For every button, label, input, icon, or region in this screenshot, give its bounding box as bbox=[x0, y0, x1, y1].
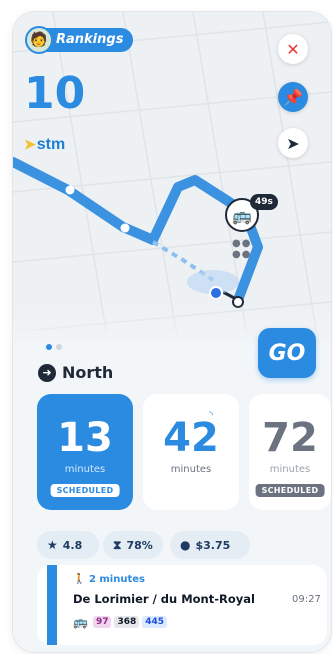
departure-value: 13 bbox=[57, 415, 113, 461]
departure-unit: minutes bbox=[170, 464, 212, 475]
go-button[interactable]: GO bbox=[258, 328, 316, 378]
vehicle-eta-badge: 49s bbox=[250, 194, 278, 210]
rating-chip[interactable]: ★ 4.8 bbox=[37, 531, 99, 559]
locate-button[interactable]: ➤ bbox=[278, 128, 308, 158]
departure-value: 42 bbox=[163, 415, 219, 461]
route-number: 10 bbox=[24, 68, 86, 119]
agency-logo: ➤stm bbox=[24, 136, 66, 153]
scheduled-badge: SCHEDULED bbox=[255, 484, 325, 497]
agency-mark-icon: ➤ bbox=[24, 136, 36, 152]
occupancy-chip[interactable]: ⧗ 78% bbox=[103, 531, 163, 559]
close-button[interactable]: ✕ bbox=[278, 34, 308, 64]
departure-unit: minutes bbox=[64, 464, 106, 475]
departure-card-1[interactable]: 13 minutes SCHEDULED bbox=[37, 394, 133, 510]
bus-icon: 🚌 bbox=[232, 205, 252, 225]
pin-icon: 📌 bbox=[283, 87, 303, 107]
pager-dot-active bbox=[46, 344, 52, 350]
departure-unit: minutes bbox=[269, 464, 311, 475]
departure-card-3[interactable]: 72 minutes SCHEDULED bbox=[249, 394, 331, 510]
rankings-label: Rankings bbox=[56, 32, 124, 47]
departure-card-2[interactable]: ◝ 42 minutes bbox=[143, 394, 239, 510]
walk-time: 🚶 2 minutes bbox=[73, 574, 145, 585]
route-badge[interactable]: 97 bbox=[92, 616, 112, 628]
pager-dots[interactable] bbox=[46, 344, 62, 350]
fare-chip[interactable]: ● $3.75 bbox=[170, 531, 250, 559]
hourglass-icon: ⧗ bbox=[113, 537, 122, 552]
scheduled-badge: SCHEDULED bbox=[50, 484, 120, 497]
connecting-routes: 🚌 97 368 445 bbox=[73, 615, 168, 629]
fare-value: $3.75 bbox=[195, 538, 231, 552]
stop-time: 09:27 bbox=[292, 594, 321, 605]
pin-button[interactable]: 📌 bbox=[278, 82, 308, 112]
direction-label: North bbox=[62, 363, 114, 382]
close-icon: ✕ bbox=[286, 39, 300, 59]
coin-icon: ● bbox=[180, 538, 191, 552]
departure-value: 72 bbox=[262, 415, 318, 461]
avatar[interactable]: 🧑 bbox=[25, 26, 53, 54]
navigation-arrow-icon: ➤ bbox=[286, 133, 300, 153]
route-badge[interactable]: 368 bbox=[114, 616, 140, 628]
arrow-right-circle-icon: ➜ bbox=[38, 363, 56, 382]
rating-value: 4.8 bbox=[62, 538, 83, 552]
direction-selector[interactable]: ➜ North bbox=[38, 363, 113, 382]
grid-dots-icon: ●● ●● bbox=[232, 238, 252, 260]
pager-dot bbox=[56, 344, 62, 350]
walking-person-icon: 🚶 bbox=[73, 574, 86, 585]
star-icon: ★ bbox=[47, 538, 58, 552]
occupancy-value: 78% bbox=[126, 538, 153, 552]
route-badge[interactable]: 445 bbox=[142, 616, 168, 628]
route-line-indicator bbox=[47, 565, 57, 645]
stop-name: De Lorimier / du Mont-Royal bbox=[73, 592, 255, 606]
bus-icon: 🚌 bbox=[73, 615, 88, 629]
stop-card[interactable]: 🚶 2 minutes De Lorimier / du Mont-Royal … bbox=[37, 565, 327, 645]
